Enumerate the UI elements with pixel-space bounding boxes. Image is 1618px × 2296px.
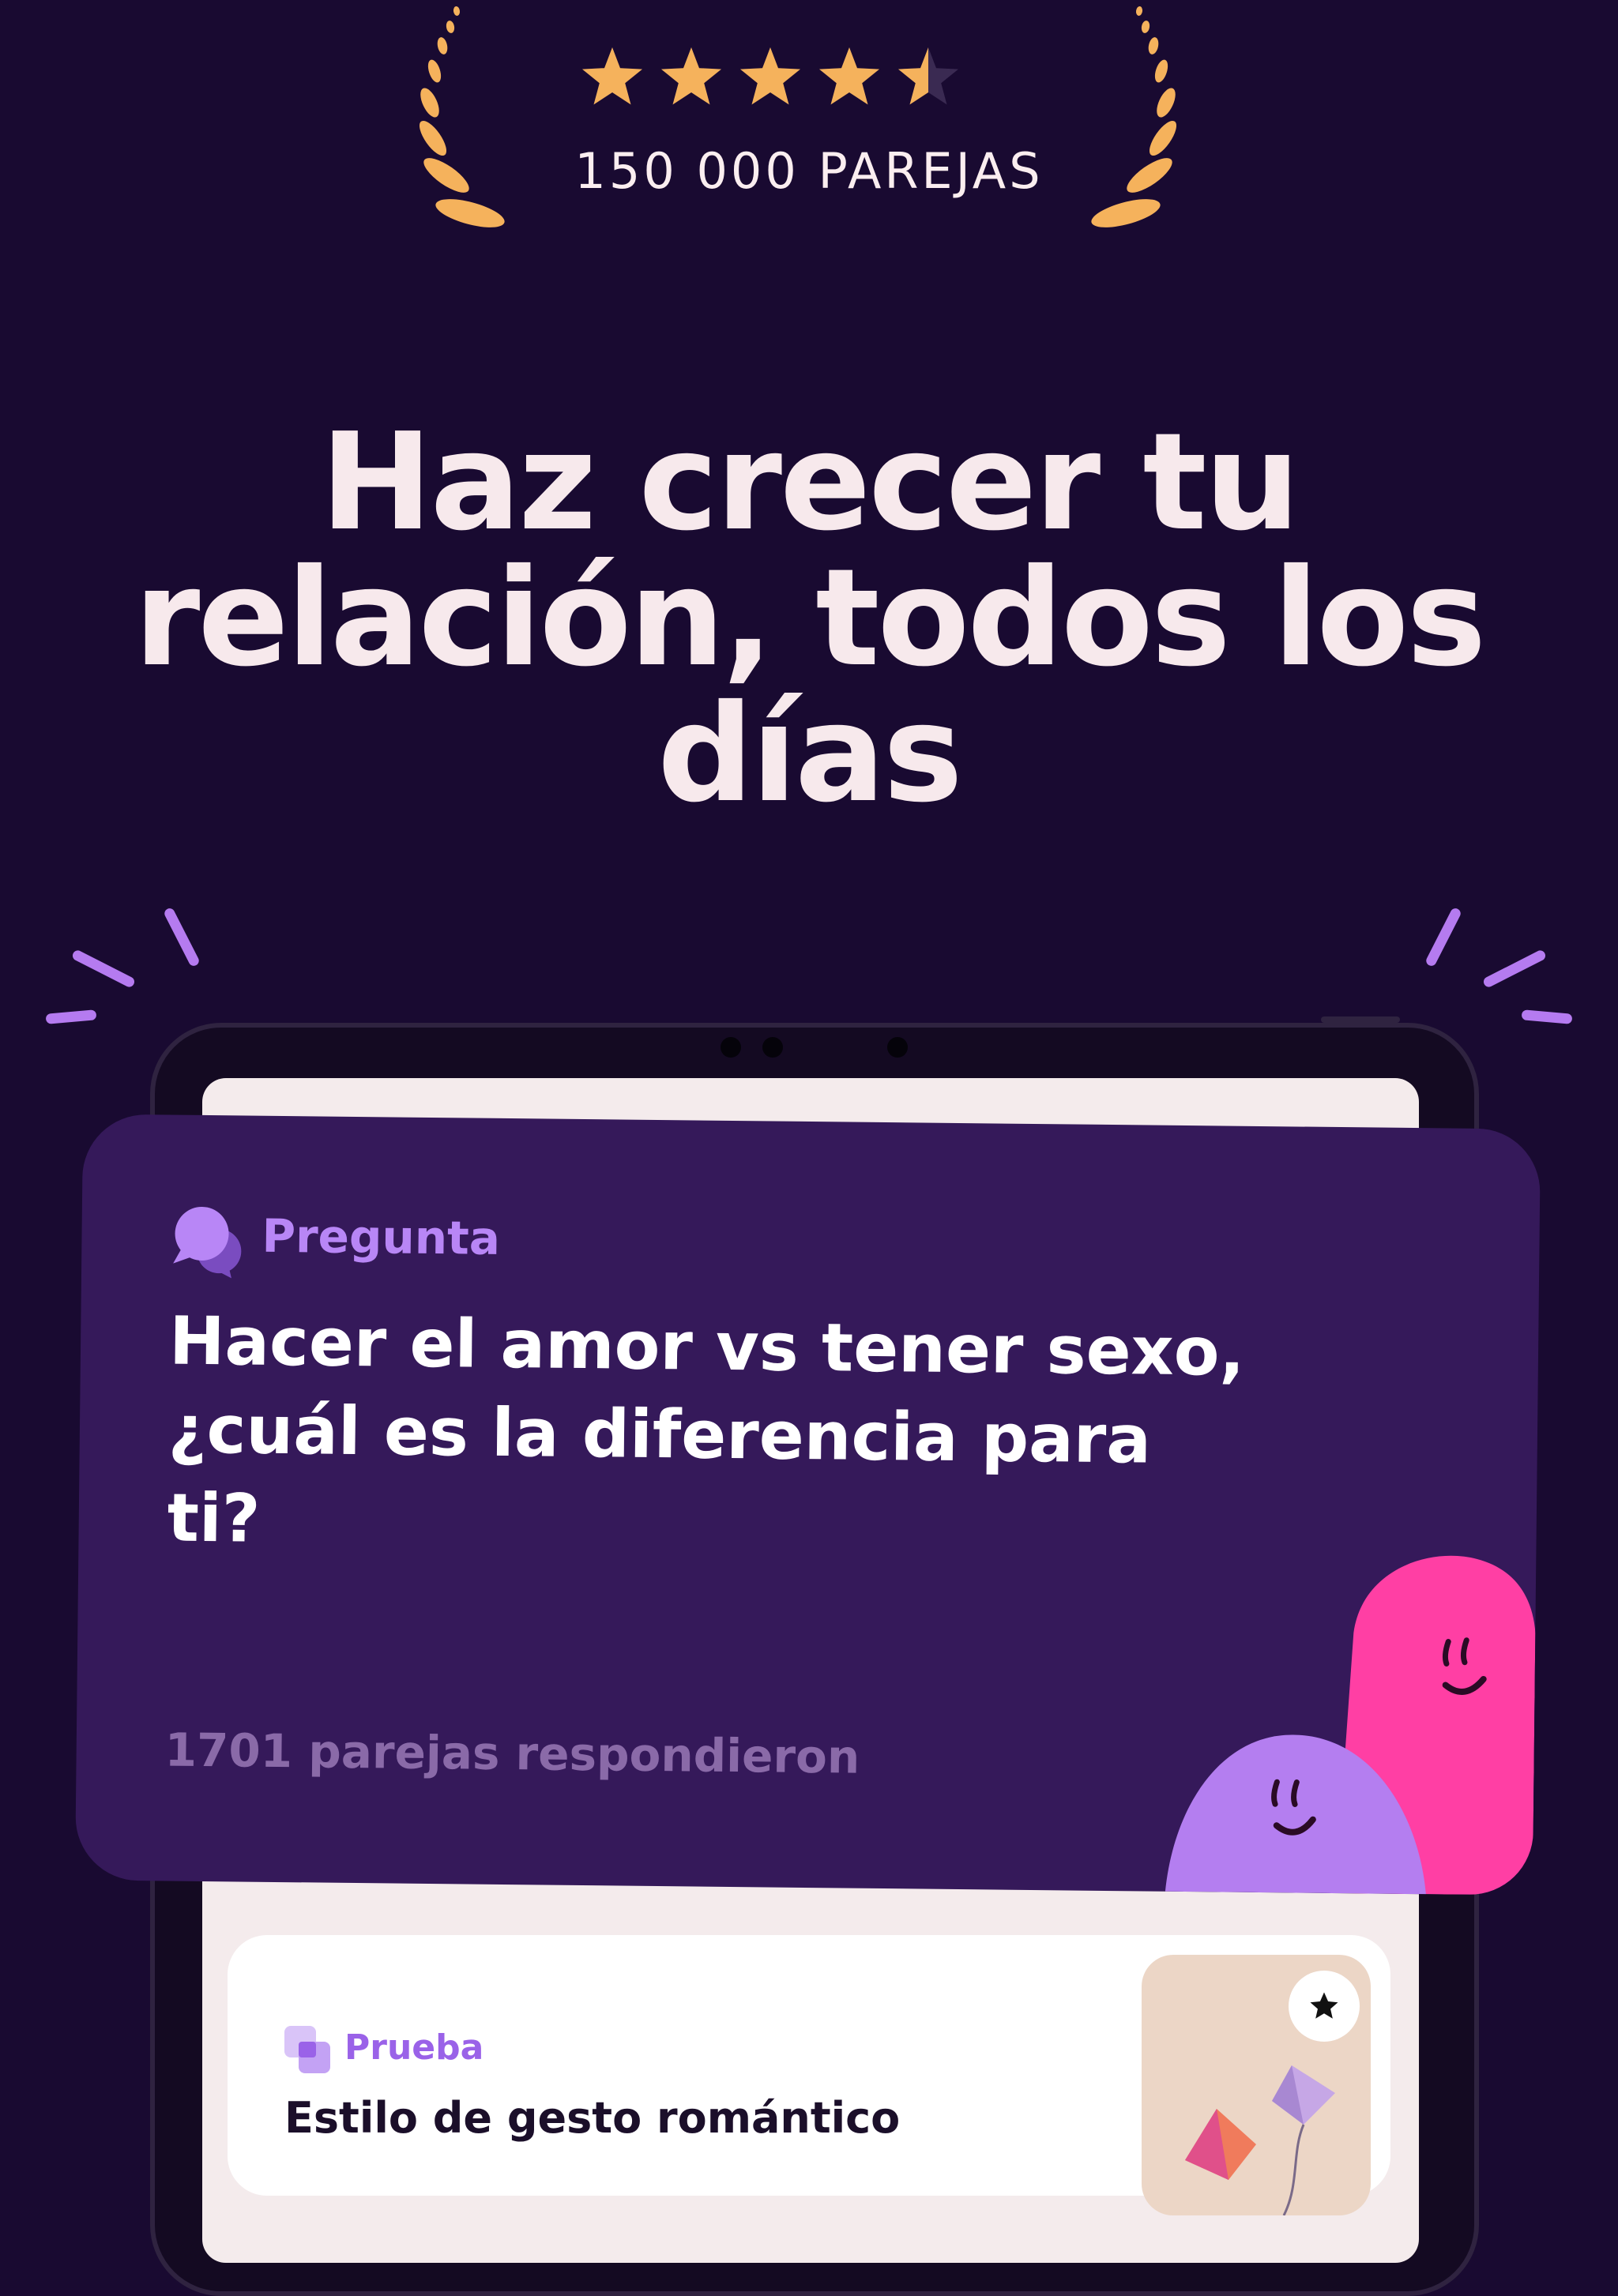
- rating-badge: 150 000 PAREJAS: [0, 0, 1618, 253]
- sparkle-left-1: [163, 906, 201, 968]
- sparkle-right-1: [1424, 906, 1462, 968]
- star-icon: [582, 47, 642, 105]
- question-line-3: ti?: [167, 1479, 261, 1558]
- tablet-button: [1321, 1016, 1400, 1023]
- camera-dot: [762, 1037, 783, 1058]
- question-text: Hacer el amor vs tener sexo, ¿cuál es la…: [167, 1297, 1291, 1574]
- rating-label: 150 000 PAREJAS: [574, 142, 1044, 200]
- layers-icon: [284, 2026, 330, 2073]
- star-icon: [819, 47, 879, 105]
- sparkle-right-2: [1481, 949, 1548, 989]
- test-title: Estilo de gesto romántico: [284, 2093, 901, 2143]
- sparkle-left-2: [70, 949, 137, 989]
- headline-line-2: relación, todos los: [134, 540, 1487, 697]
- sparkle-left-3: [45, 1009, 97, 1024]
- favorite-button[interactable]: [1289, 1971, 1360, 2042]
- chat-bubbles-icon: [173, 1206, 242, 1279]
- mascots-illustration-icon: [1165, 1555, 1536, 1896]
- star-rating: [582, 47, 958, 105]
- test-tag: Prueba: [344, 2027, 484, 2068]
- headline: Haz crecer tu relación, todos los días: [58, 415, 1560, 822]
- star-icon: [898, 47, 958, 105]
- laurel-right-icon: [1091, 6, 1177, 227]
- camera-dot: [887, 1037, 908, 1058]
- star-icon: [1310, 1992, 1338, 2019]
- star-icon: [661, 47, 721, 105]
- sparkle-right-3: [1521, 1009, 1573, 1024]
- question-line-2: ¿cuál es la diferencia para: [167, 1390, 1152, 1479]
- question-tag: Pregunta: [262, 1208, 501, 1265]
- laurel-left-icon: [419, 6, 505, 227]
- test-card[interactable]: Prueba Estilo de gesto romántico: [228, 1935, 1390, 2215]
- question-line-1: Hacer el amor vs tener sexo,: [168, 1302, 1245, 1391]
- headline-line-3: días: [657, 676, 963, 832]
- headline-line-1: Haz crecer tu: [320, 404, 1300, 561]
- question-card[interactable]: Pregunta Hacer el amor vs tener sexo, ¿c…: [74, 1114, 1541, 1896]
- responses-count: 1701 parejas respondieron: [164, 1723, 860, 1784]
- star-icon: [740, 47, 800, 105]
- camera-dot: [721, 1037, 741, 1058]
